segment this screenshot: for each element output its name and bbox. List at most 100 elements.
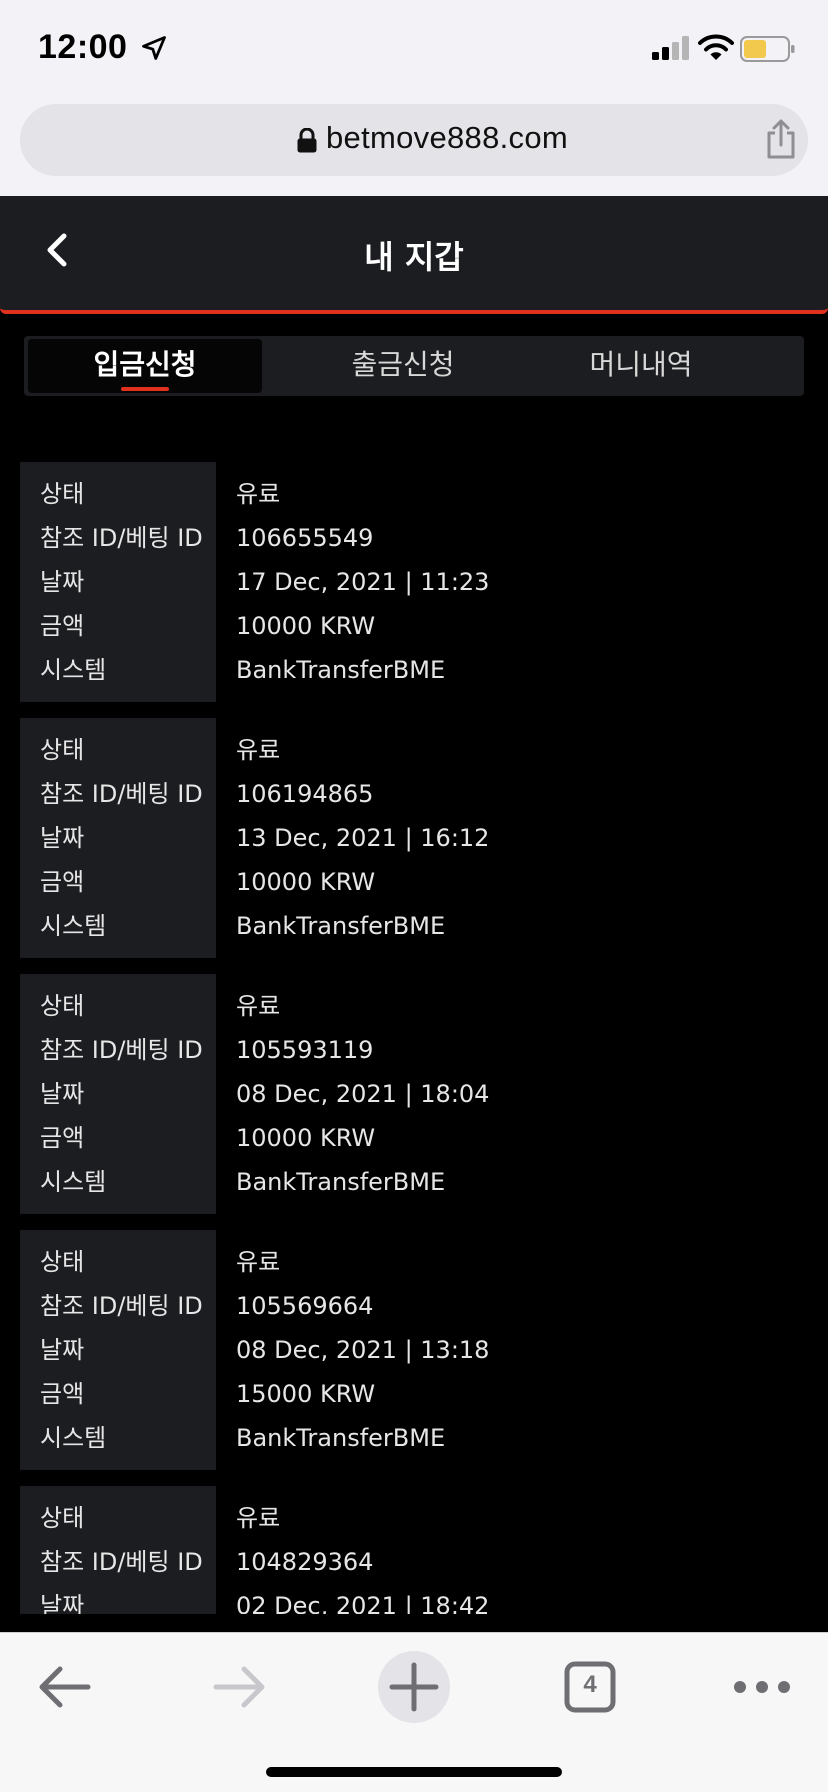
record-date-value: 17 Dec, 2021 | 11:23 bbox=[236, 568, 490, 596]
record-label: 금액 bbox=[40, 1380, 85, 1408]
share-icon[interactable] bbox=[764, 118, 798, 160]
record-ref-id-value: 105593119 bbox=[236, 1036, 374, 1064]
record-row-status: 상태 유료 bbox=[20, 986, 810, 1026]
address-bar[interactable]: betmove888.com bbox=[20, 104, 808, 176]
record-amount-value: 10000 KRW bbox=[236, 612, 376, 640]
history-record: 상태 유료 참조 ID/베팅 ID 106655549 날짜 17 Dec, 2021… bbox=[20, 462, 810, 702]
record-date-value: 08 Dec, 2021 | 13:18 bbox=[236, 1336, 490, 1364]
record-date-value: 13 Dec, 2021 | 16:12 bbox=[236, 824, 490, 852]
record-label: 날짜 bbox=[40, 1336, 85, 1364]
tab-money-history[interactable]: 머니내역 bbox=[524, 339, 758, 393]
record-row-date: 날짜 08 Dec, 2021 | 18:04 bbox=[20, 1074, 810, 1114]
record-amount-value: 10000 KRW bbox=[236, 1124, 376, 1152]
record-label: 시스템 bbox=[40, 656, 107, 684]
record-row-ref-id: 참조 ID/베팅 ID 106655549 bbox=[20, 518, 810, 558]
lock-icon bbox=[297, 128, 317, 153]
record-status-value: 유료 bbox=[236, 1248, 281, 1276]
record-label: 상태 bbox=[40, 1504, 85, 1532]
browser-forward-button[interactable] bbox=[198, 1647, 278, 1727]
history-record: 상태 유료 참조 ID/베팅 ID 106194865 날짜 13 Dec, 2021… bbox=[20, 718, 810, 958]
record-system-value: BankTransferBME bbox=[236, 912, 446, 940]
history-record: 상태 유료 참조 ID/베팅 ID 105593119 날짜 08 Dec, 2021… bbox=[20, 974, 810, 1214]
record-label: 금액 bbox=[40, 868, 85, 896]
record-row-ref-id: 참조 ID/베팅 ID 104829364 bbox=[20, 1542, 810, 1582]
record-row-date: 날짜 13 Dec, 2021 | 16:12 bbox=[20, 818, 810, 858]
tab-count: 4 bbox=[583, 1671, 597, 1698]
record-label: 상태 bbox=[40, 1248, 85, 1276]
record-label: 참조 ID/베팅 ID bbox=[40, 524, 203, 552]
wallet-tabs: 입금신청 출금신청 머니내역 bbox=[24, 336, 804, 396]
tab-deposit-request[interactable]: 입금신청 bbox=[28, 339, 262, 393]
url-text[interactable]: betmove888.com bbox=[326, 120, 568, 156]
record-label: 참조 ID/베팅 ID bbox=[40, 780, 203, 808]
signal-icon bbox=[652, 36, 689, 60]
record-row-date: 날짜 02 Dec, 2021 | 18:42 bbox=[20, 1586, 810, 1614]
tab-withdraw-request[interactable]: 출금신청 bbox=[286, 339, 520, 393]
record-label: 참조 ID/베팅 ID bbox=[40, 1548, 203, 1576]
record-amount-value: 10000 KRW bbox=[236, 868, 376, 896]
record-label: 날짜 bbox=[40, 824, 85, 852]
record-row-system: 시스템 BankTransferBME bbox=[20, 906, 810, 946]
tab-label: 머니내역 bbox=[589, 348, 693, 381]
record-row-date: 날짜 17 Dec, 2021 | 11:23 bbox=[20, 562, 810, 602]
record-row-date: 날짜 08 Dec, 2021 | 13:18 bbox=[20, 1330, 810, 1370]
deposit-history-list[interactable]: 상태 유료 참조 ID/베팅 ID 106655549 날짜 17 Dec, 2021… bbox=[0, 462, 828, 1614]
record-label: 상태 bbox=[40, 480, 85, 508]
record-row-status: 상태 유료 bbox=[20, 730, 810, 770]
record-amount-value: 15000 KRW bbox=[236, 1380, 376, 1408]
status-bar: 12:00 bbox=[0, 0, 828, 96]
record-ref-id-value: 106655549 bbox=[236, 524, 374, 552]
record-row-status: 상태 유료 bbox=[20, 1498, 810, 1538]
record-row-status: 상태 유료 bbox=[20, 1242, 810, 1282]
record-row-amount: 금액 10000 KRW bbox=[20, 606, 810, 646]
app-header: 내 지갑 bbox=[0, 196, 828, 314]
record-system-value: BankTransferBME bbox=[236, 1168, 446, 1196]
status-time: 12:00 bbox=[38, 28, 128, 66]
new-tab-button[interactable] bbox=[374, 1647, 454, 1727]
record-status-value: 유료 bbox=[236, 992, 281, 1020]
record-label: 날짜 bbox=[40, 1080, 85, 1108]
record-date-value: 02 Dec, 2021 | 18:42 bbox=[236, 1592, 490, 1614]
battery-icon bbox=[740, 36, 795, 62]
record-row-status: 상태 유료 bbox=[20, 474, 810, 514]
record-row-ref-id: 참조 ID/베팅 ID 106194865 bbox=[20, 774, 810, 814]
browser-url-area: betmove888.com bbox=[0, 96, 828, 196]
browser-toolbar: 4 bbox=[0, 1632, 828, 1792]
record-row-system: 시스템 BankTransferBME bbox=[20, 1418, 810, 1458]
record-label: 참조 ID/베팅 ID bbox=[40, 1292, 203, 1320]
record-label: 금액 bbox=[40, 612, 85, 640]
record-label: 시스템 bbox=[40, 1424, 107, 1452]
record-ref-id-value: 106194865 bbox=[236, 780, 374, 808]
history-record: 상태 유료 참조 ID/베팅 ID 104829364 날짜 02 Dec, 2021… bbox=[20, 1486, 810, 1614]
record-system-value: BankTransferBME bbox=[236, 656, 446, 684]
record-date-value: 08 Dec, 2021 | 18:04 bbox=[236, 1080, 490, 1108]
record-label: 날짜 bbox=[40, 568, 85, 596]
record-label: 상태 bbox=[40, 992, 85, 1020]
record-system-value: BankTransferBME bbox=[236, 1424, 446, 1452]
active-tab-indicator bbox=[121, 387, 169, 391]
record-ref-id-value: 104829364 bbox=[236, 1548, 374, 1576]
record-label: 날짜 bbox=[40, 1592, 85, 1614]
record-row-amount: 금액 10000 KRW bbox=[20, 1118, 810, 1158]
record-row-system: 시스템 BankTransferBME bbox=[20, 1162, 810, 1202]
record-status-value: 유료 bbox=[236, 736, 281, 764]
tab-label: 입금신청 bbox=[93, 348, 197, 381]
tabs-button[interactable]: 4 bbox=[550, 1647, 630, 1727]
wifi-icon bbox=[698, 34, 734, 60]
record-row-amount: 금액 15000 KRW bbox=[20, 1374, 810, 1414]
record-label: 시스템 bbox=[40, 1168, 107, 1196]
record-label: 참조 ID/베팅 ID bbox=[40, 1036, 203, 1064]
tab-label: 출금신청 bbox=[351, 348, 455, 381]
record-ref-id-value: 105569664 bbox=[236, 1292, 374, 1320]
record-status-value: 유료 bbox=[236, 480, 281, 508]
home-indicator bbox=[266, 1767, 562, 1777]
page-title: 내 지갑 bbox=[364, 238, 464, 276]
record-label: 상태 bbox=[40, 736, 85, 764]
record-row-ref-id: 참조 ID/베팅 ID 105593119 bbox=[20, 1030, 810, 1070]
browser-back-button[interactable] bbox=[26, 1647, 106, 1727]
record-row-amount: 금액 10000 KRW bbox=[20, 862, 810, 902]
history-record: 상태 유료 참조 ID/베팅 ID 105569664 날짜 08 Dec, 2021… bbox=[20, 1230, 810, 1470]
more-options-icon[interactable] bbox=[722, 1647, 802, 1727]
record-row-system: 시스템 BankTransferBME bbox=[20, 650, 810, 690]
location-arrow-icon bbox=[142, 36, 166, 60]
